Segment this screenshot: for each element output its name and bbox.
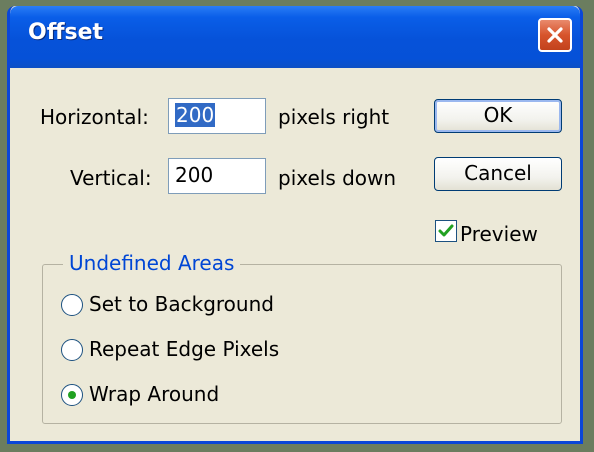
preview-checkbox[interactable] bbox=[435, 220, 457, 242]
radio-button[interactable] bbox=[61, 339, 83, 361]
horizontal-label: Horizontal: bbox=[40, 105, 149, 129]
vertical-unit: pixels down bbox=[278, 166, 397, 190]
preview-label: Preview bbox=[460, 222, 538, 246]
dialog-body: Horizontal: 200 pixels right Vertical: 2… bbox=[10, 68, 580, 441]
horizontal-value: 200 bbox=[175, 103, 216, 127]
vertical-label: Vertical: bbox=[70, 166, 152, 190]
radio-label: Repeat Edge Pixels bbox=[89, 337, 280, 361]
horizontal-input[interactable]: 200 bbox=[168, 98, 266, 134]
radio-label: Set to Background bbox=[89, 292, 274, 316]
undefined-areas-group: Undefined Areas Set to Background Repeat… bbox=[42, 251, 562, 424]
undefined-areas-legend: Undefined Areas bbox=[63, 251, 241, 275]
radio-label: Wrap Around bbox=[89, 382, 220, 406]
dialog-title: Offset bbox=[28, 20, 104, 45]
close-button[interactable] bbox=[538, 18, 572, 52]
radio-selected-dot bbox=[68, 391, 76, 399]
ok-button[interactable]: OK bbox=[434, 99, 562, 133]
offset-dialog: Offset Horizontal: 200 pixels right Vert… bbox=[7, 6, 583, 444]
radio-button[interactable] bbox=[61, 294, 83, 316]
close-icon bbox=[547, 27, 563, 43]
horizontal-unit: pixels right bbox=[278, 105, 390, 129]
vertical-value: 200 bbox=[175, 163, 214, 187]
cancel-button[interactable]: Cancel bbox=[434, 157, 562, 191]
checkmark-icon bbox=[438, 224, 454, 237]
vertical-input[interactable]: 200 bbox=[168, 158, 266, 194]
title-bar[interactable]: Offset bbox=[10, 6, 580, 68]
radio-button-selected[interactable] bbox=[61, 384, 83, 406]
